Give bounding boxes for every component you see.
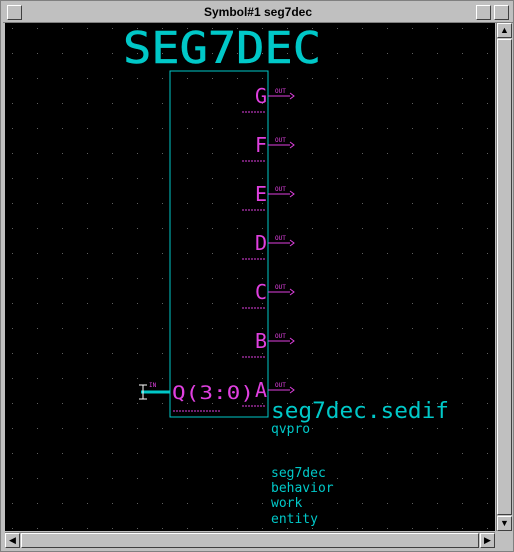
symbol-body[interactable] <box>169 70 269 418</box>
info-type: entity <box>271 512 318 527</box>
output-pin-dir: OUT <box>275 235 286 242</box>
symbol-drawing: SEG7DEC OUT G OUT F OUT E OUT D OUT C OUT B OUT A IN … <box>12 23 488 529</box>
vertical-scroll-thumb[interactable] <box>497 39 512 515</box>
arrow-up-icon[interactable]: ▲ <box>497 23 512 38</box>
output-pin-label: G <box>255 84 267 108</box>
horizontal-scroll-thumb[interactable] <box>21 533 479 548</box>
output-pin-dir: OUT <box>275 186 286 193</box>
info-cell: seg7dec <box>271 466 326 481</box>
arrow-right-icon[interactable]: ▶ <box>480 533 495 548</box>
source-file-label: seg7dec.sedif <box>271 399 449 424</box>
vertical-scrollbar[interactable]: ▲ ▼ <box>496 23 512 531</box>
arrow-down-icon[interactable]: ▼ <box>497 516 512 531</box>
input-pin-dir: IN <box>149 382 157 389</box>
output-pin-label: B <box>255 329 267 353</box>
output-pin-dir: OUT <box>275 88 286 95</box>
title-bar[interactable]: Symbol#1 seg7dec <box>3 3 513 23</box>
output-pin-dir: OUT <box>275 137 286 144</box>
info-view: behavior <box>271 481 334 496</box>
maximize-button[interactable] <box>494 5 509 20</box>
minimize-button[interactable] <box>476 5 491 20</box>
output-pin-dir: OUT <box>275 284 286 291</box>
input-pin-label: Q(3:0) <box>172 382 254 404</box>
output-pin-label: A <box>255 378 267 402</box>
arrow-left-icon[interactable]: ◀ <box>5 533 20 548</box>
input-pin[interactable]: IN Q(3:0) <box>139 382 254 412</box>
scroll-corner <box>496 532 512 549</box>
symbol-name: SEG7DEC <box>123 23 321 74</box>
output-pin-label: C <box>255 280 267 304</box>
output-pin-label: D <box>255 231 267 255</box>
output-pin-dir: OUT <box>275 382 286 389</box>
output-pin-label: E <box>255 182 267 206</box>
schematic-canvas[interactable]: SEG7DEC OUT G OUT F OUT E OUT D OUT C OUT B OUT A IN … <box>5 23 495 531</box>
output-pin-dir: OUT <box>275 333 286 340</box>
window-title: Symbol#1 seg7dec <box>203 5 313 19</box>
grid-dots <box>12 28 488 529</box>
app-window: Symbol#1 seg7dec SEG7DEC OUT G OUT F OUT E OUT… <box>0 0 514 552</box>
horizontal-scrollbar[interactable]: ◀ ▶ <box>5 532 495 549</box>
output-pin-label: F <box>255 133 267 157</box>
tool-label: qvpro <box>271 422 310 437</box>
info-library: work <box>271 496 302 511</box>
